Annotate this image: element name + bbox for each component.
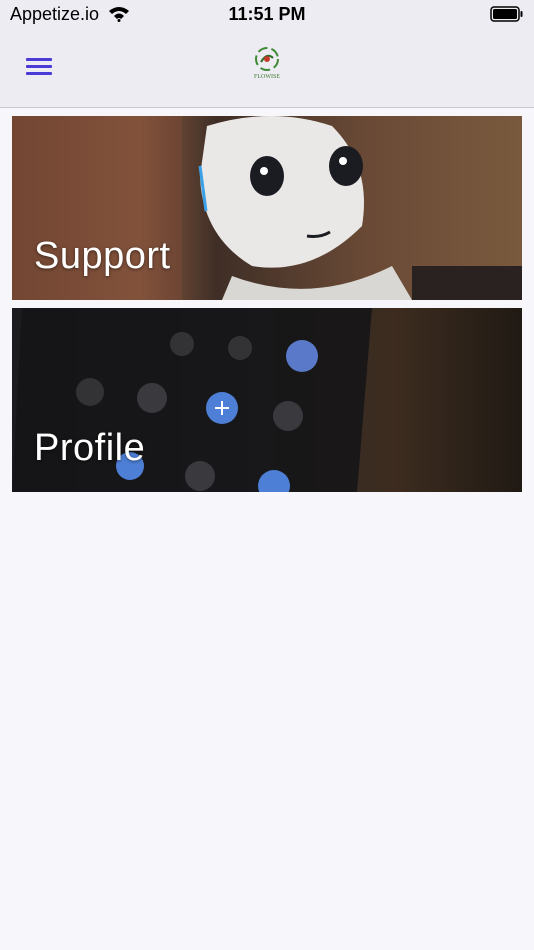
profile-label: Profile (34, 427, 146, 469)
hamburger-menu-icon (26, 58, 52, 61)
profile-card[interactable]: Profile (12, 308, 522, 492)
support-label: Support (34, 235, 171, 277)
battery-icon (490, 6, 524, 27)
menu-button[interactable] (22, 52, 58, 82)
app-logo: FLOWISE (244, 44, 290, 92)
status-bar: Appetize.io 11:51 PM (0, 0, 534, 30)
navigation-bar: FLOWISE (0, 30, 534, 108)
clock: 11:51 PM (228, 4, 306, 24)
support-card[interactable]: Support (12, 116, 522, 300)
logo-text: FLOWISE (254, 74, 280, 80)
